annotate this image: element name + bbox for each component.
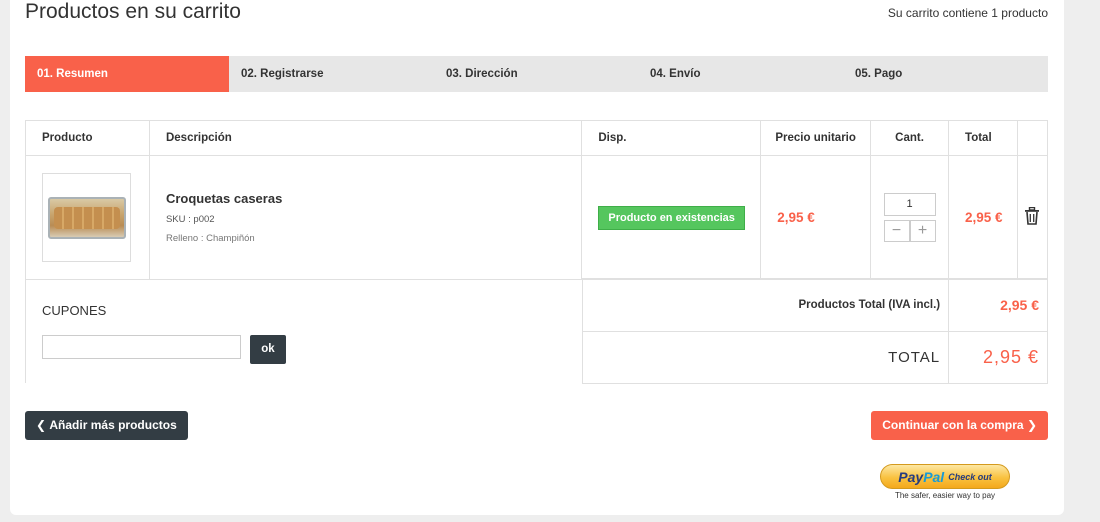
trash-icon[interactable] (1024, 206, 1040, 225)
table-row: Croquetas caseras SKU : p002 Relleno : C… (25, 155, 1049, 280)
coupon-section: CUPONES ok (25, 279, 583, 383)
cart-item-count: Su carrito contiene 1 producto (887, 6, 1048, 20)
header-total: Total (948, 120, 1018, 156)
header-producto: Producto (25, 120, 150, 156)
paypal-logo-pal: Pal (923, 468, 945, 485)
quantity-cell: 1 − + (870, 155, 950, 280)
chevron-right-icon: ❯ (1023, 418, 1037, 432)
coupon-input[interactable] (42, 335, 241, 359)
product-sku: SKU : p002 (165, 214, 215, 225)
quantity-decrease-button[interactable]: − (883, 220, 910, 242)
totals-table: Productos Total (IVA incl.) 2,95 € TOTAL… (581, 278, 1048, 384)
step-resumen[interactable]: 01. Resumen (25, 56, 229, 92)
header-cant: Cant. (870, 120, 950, 156)
paypal-checkout-text: Check out (948, 471, 992, 482)
step-direccion[interactable]: 03. Dirección (434, 56, 638, 92)
quantity-increase-button[interactable]: + (909, 220, 936, 242)
product-image[interactable] (42, 173, 131, 262)
remove-cell (1016, 155, 1049, 280)
chevron-left-icon: ❮ (36, 418, 50, 432)
paypal-logo-pay: Pay (898, 468, 924, 485)
paypal-checkout[interactable]: Pay Pal Check out The safer, easier way t… (880, 464, 1010, 500)
table-header-row: Producto Descripción Disp. Precio unitar… (25, 120, 1049, 156)
step-envio[interactable]: 04. Envío (638, 56, 842, 92)
checkout-steps: 01. Resumen 02. Registrarse 03. Direcció… (25, 56, 1048, 92)
header-disp: Disp. (581, 120, 762, 156)
proceed-checkout-button[interactable]: Continuar con la compra ❯ (871, 411, 1048, 440)
stock-badge: Producto en existencias (598, 205, 745, 230)
paypal-tagline: The safer, easier way to pay (894, 491, 996, 500)
header-descripcion: Descripción (148, 120, 583, 156)
products-total-label: Productos Total (IVA incl.) (581, 278, 950, 332)
coupon-title: CUPONES (42, 303, 107, 318)
line-total: 2,95 € (948, 155, 1018, 280)
quantity-input[interactable]: 1 (883, 193, 936, 216)
step-registrarse[interactable]: 02. Registrarse (229, 56, 433, 92)
page-title: Productos en su carrito (25, 0, 241, 23)
continue-shopping-button[interactable]: ❮ Añadir más productos (25, 411, 188, 440)
cart-table: Producto Descripción Disp. Precio unitar… (25, 120, 1049, 280)
product-description: Croquetas caseras SKU : p002 Relleno : C… (148, 155, 583, 280)
continue-shopping-label: Añadir más productos (49, 418, 177, 432)
paypal-checkout-button[interactable]: Pay Pal Check out (880, 464, 1010, 489)
proceed-checkout-label: Continuar con la compra (882, 418, 1024, 432)
product-option: Relleno : Champiñón (165, 233, 255, 244)
step-pago[interactable]: 05. Pago (843, 56, 1047, 92)
product-thumb-cell (25, 155, 150, 280)
unit-price: 2,95 € (760, 155, 872, 280)
product-name[interactable]: Croquetas caseras (166, 191, 581, 206)
grand-total-label: TOTAL (581, 331, 950, 384)
availability-cell: Producto en existencias (581, 155, 762, 280)
coupon-ok-button[interactable]: ok (250, 335, 286, 364)
header-precio-unitario: Precio unitario (760, 120, 872, 156)
products-total-value: 2,95 € (948, 278, 1048, 332)
header-remove (1016, 120, 1049, 156)
croquetas-photo (47, 196, 126, 239)
grand-total-value: 2,95 € (948, 331, 1048, 384)
